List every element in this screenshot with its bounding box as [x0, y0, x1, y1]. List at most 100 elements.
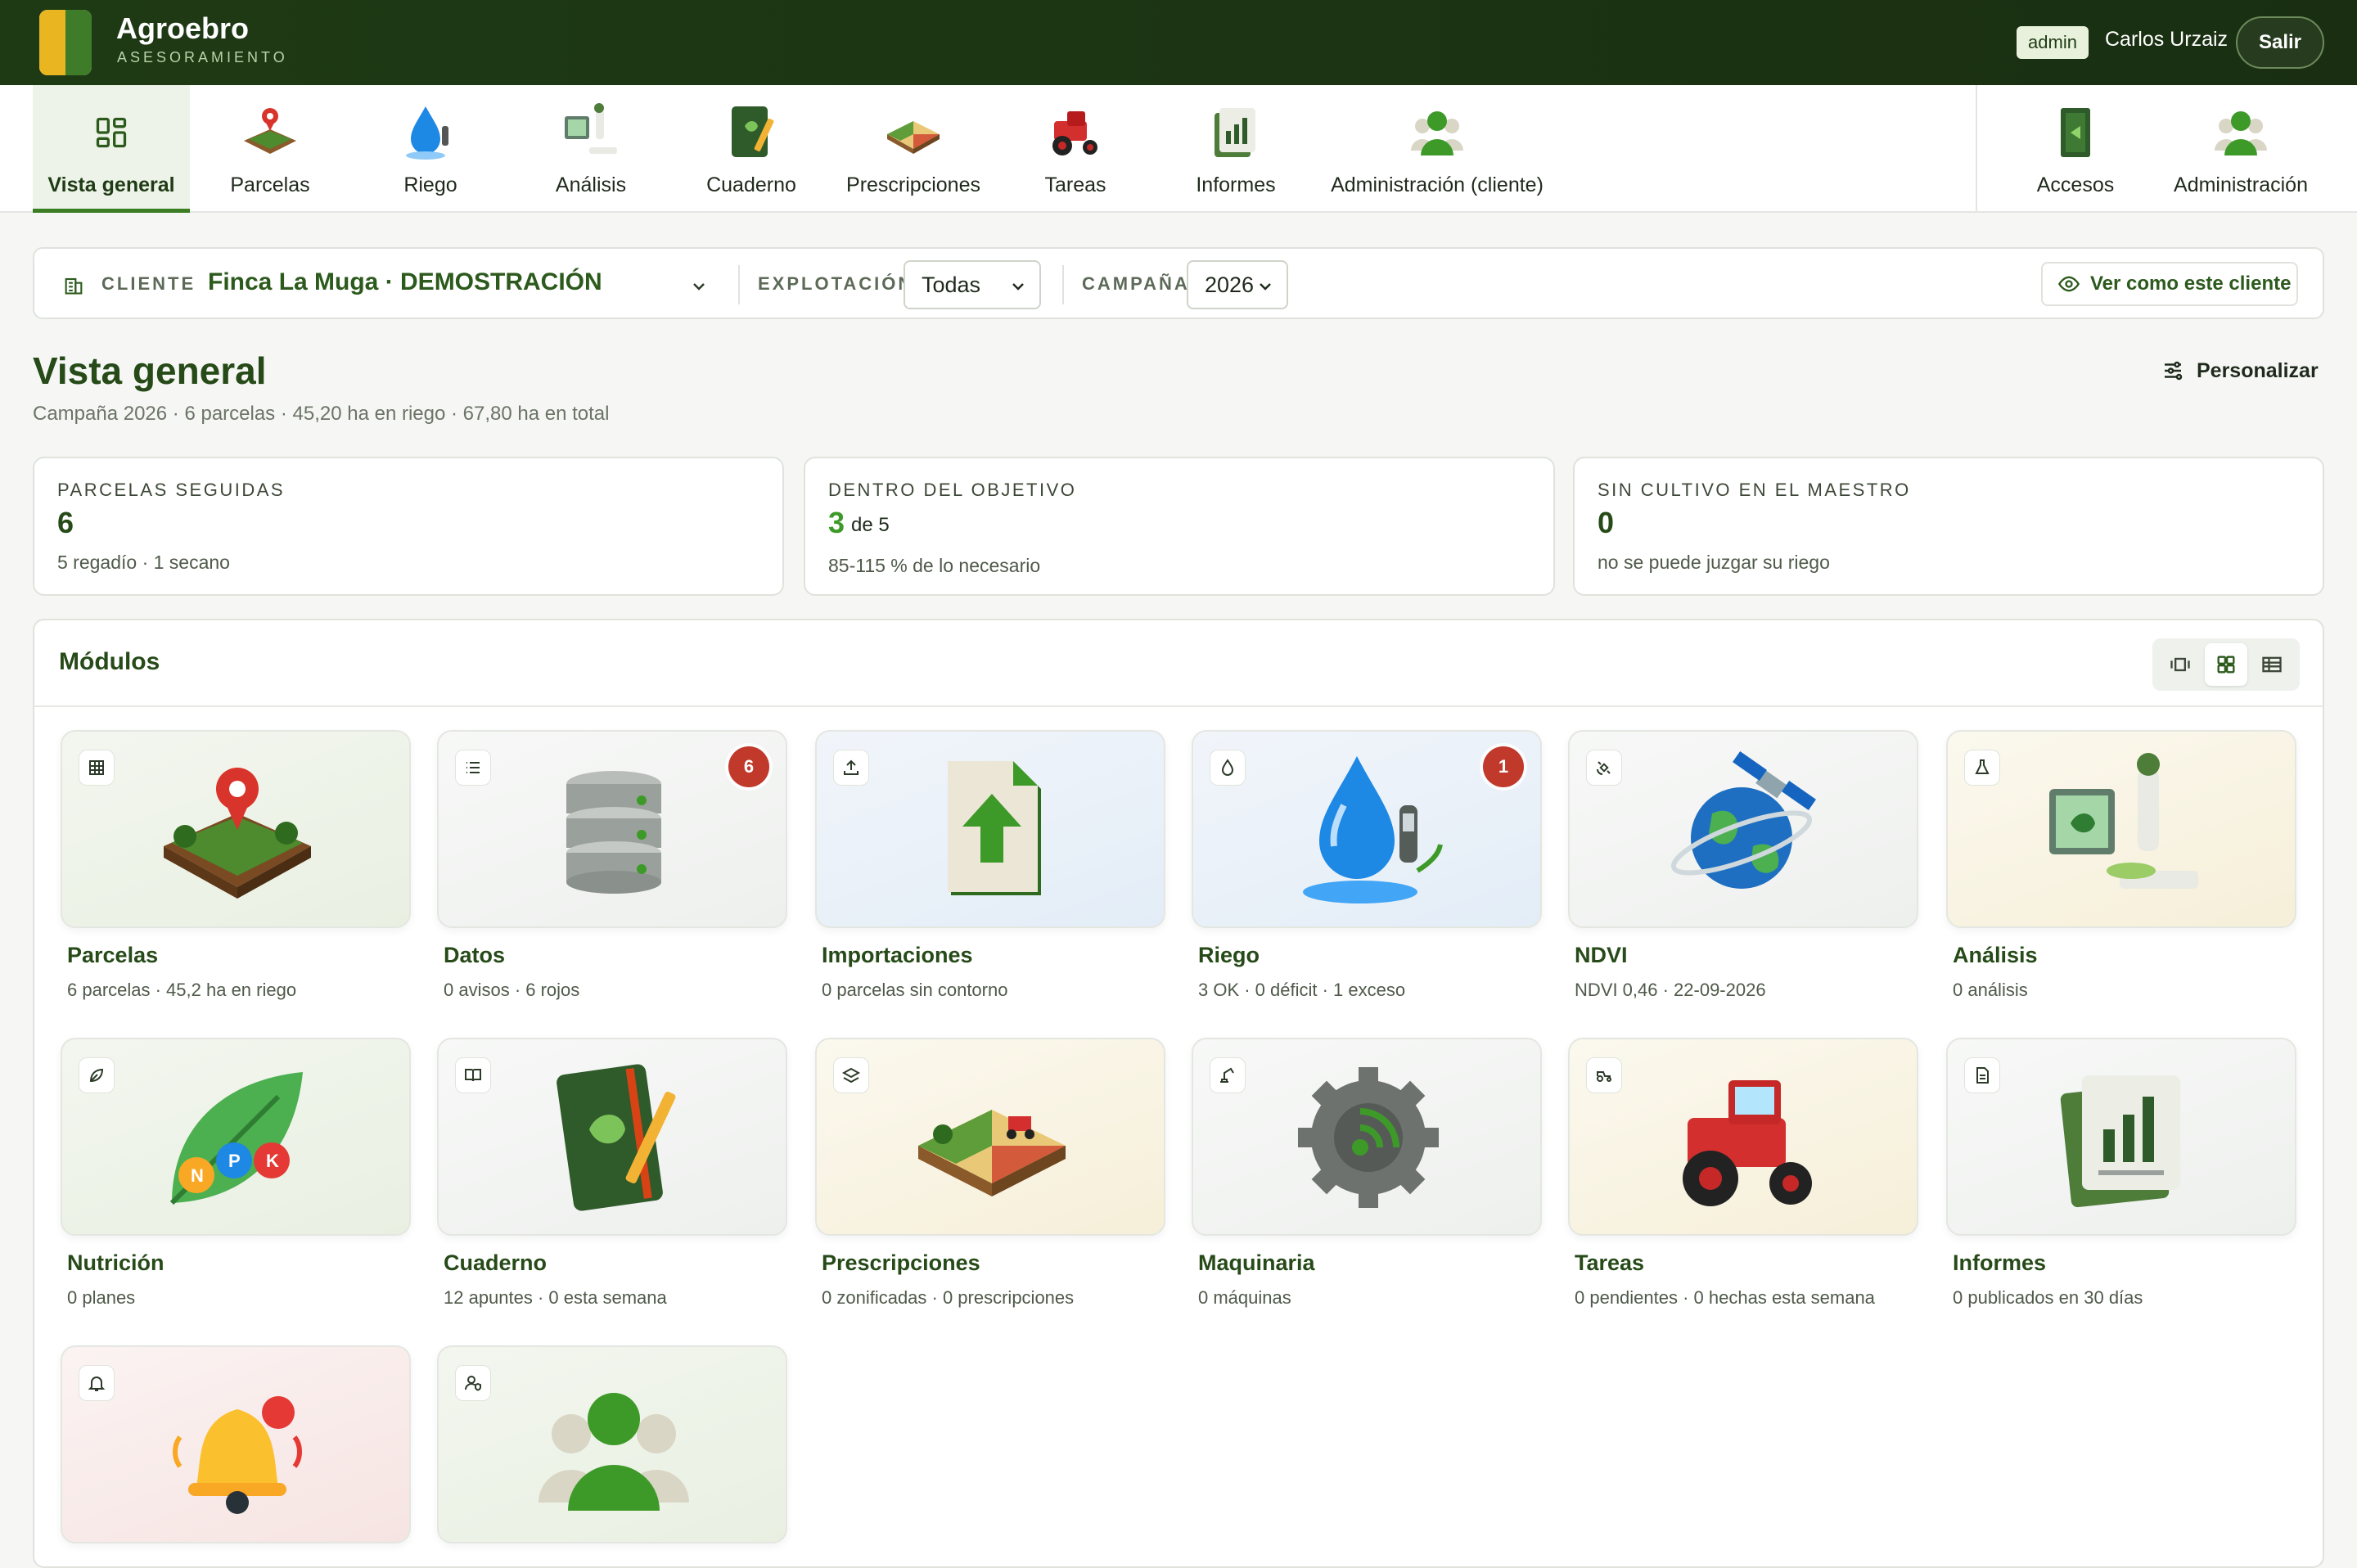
module-ndvi[interactable]: NDVI NDVI 0,46 · 22-09-2026	[1568, 730, 1918, 1001]
page-subtitle: Campaña 2026 · 6 parcelas · 45,20 ha en …	[33, 403, 610, 425]
upload-icon	[833, 750, 869, 786]
module-parcelas[interactable]: Parcelas 6 parcelas · 45,2 ha en riego	[61, 730, 411, 1001]
nav-label: Vista general	[47, 173, 175, 196]
nav-label: Cuaderno	[706, 173, 796, 196]
nav-item-tareas[interactable]: Tareas	[1010, 85, 1141, 213]
list-icon	[455, 750, 491, 786]
table-view-icon	[2262, 656, 2282, 673]
table-icon	[79, 750, 115, 786]
module-desc: 6 parcelas · 45,2 ha en riego	[67, 980, 297, 1000]
map-icon	[833, 1057, 869, 1093]
module-name: Informes	[1953, 1250, 2047, 1275]
stat-note: 5 regadío · 1 secano	[57, 552, 230, 573]
module-maquinaria[interactable]: Maquinaria 0 máquinas	[1192, 1038, 1542, 1309]
module-name: NDVI	[1575, 943, 1628, 967]
logout-button[interactable]: Salir	[2236, 16, 2324, 69]
nav-item-accesos[interactable]: Accesos	[2010, 85, 2141, 213]
user-name: Carlos Urzaiz	[2105, 28, 2229, 51]
chevron-down-icon[interactable]	[689, 277, 709, 296]
dashboard-grid-icon	[80, 101, 142, 164]
nav-label: Prescripciones	[846, 173, 980, 196]
nav-item-prescripciones[interactable]: Prescripciones	[846, 85, 980, 213]
season-select-value: 2026	[1205, 272, 1255, 297]
globe-satellite-icon	[1670, 750, 1816, 889]
module-desc: NDVI 0,46 · 22-09-2026	[1575, 980, 1766, 1000]
season-select[interactable]: 2026	[1187, 260, 1288, 309]
file-icon	[1964, 1057, 2000, 1093]
module-analisis[interactable]: Análisis 0 análisis	[1946, 730, 2296, 1001]
module-desc: 3 OK · 0 déficit · 1 exceso	[1198, 980, 1406, 1000]
prescription-map-icon	[882, 101, 944, 164]
client-label: CLIENTE	[101, 273, 196, 294]
modules-title: Módulos	[59, 648, 160, 675]
nav-item-vista-general[interactable]: Vista general	[33, 85, 190, 213]
module-desc: 0 análisis	[1953, 980, 2028, 1000]
svg-text:N: N	[191, 1165, 204, 1186]
view-as-client-button[interactable]: Ver como este cliente	[2041, 262, 2298, 306]
tractor-icon	[1586, 1057, 1622, 1093]
chevron-down-icon	[1260, 283, 1271, 291]
module-informes[interactable]: Informes 0 publicados en 30 días	[1946, 1038, 2296, 1309]
nav-item-riego[interactable]: Riego	[365, 85, 496, 213]
building-icon	[65, 277, 83, 295]
brand-name: Agroebro	[116, 11, 249, 45]
notebook-icon	[720, 101, 782, 164]
nav-item-analisis[interactable]: Análisis	[525, 85, 656, 213]
stat-card-objetivo: DENTRO DEL OBJETIVO 3 de 5 85-115 % de l…	[804, 457, 1555, 596]
carousel-view-button[interactable]	[2159, 643, 2202, 686]
stat-value: 6	[57, 506, 74, 539]
list-view-button[interactable]	[2251, 643, 2293, 686]
microscope-icon	[560, 101, 622, 164]
nav-item-informes[interactable]: Informes	[1170, 85, 1301, 213]
svg-text:K: K	[266, 1151, 279, 1171]
module-prescripciones[interactable]: Prescripciones 0 zonificadas · 0 prescri…	[815, 1038, 1165, 1309]
module-nutricion[interactable]: N P K Nutrición 0 planes	[61, 1038, 411, 1309]
water-drop-icon	[1303, 756, 1443, 903]
module-name: Datos	[444, 943, 506, 967]
nav-item-administracion-cliente[interactable]: Administración (cliente)	[1331, 85, 1544, 213]
flask-icon	[1964, 750, 2000, 786]
nav-item-cuaderno[interactable]: Cuaderno	[686, 85, 817, 213]
module-alertas[interactable]	[61, 1345, 411, 1543]
module-importaciones[interactable]: Importaciones 0 parcelas sin contorno	[815, 730, 1165, 1001]
prescription-map-icon	[918, 1110, 1066, 1196]
stat-value: 0	[1598, 506, 1615, 539]
nav-label: Riego	[403, 173, 457, 196]
module-desc: 0 publicados en 30 días	[1953, 1287, 2143, 1308]
brand-logo[interactable]	[39, 10, 92, 75]
module-desc: 0 planes	[67, 1287, 136, 1308]
module-name: Análisis	[1953, 943, 2038, 967]
module-usuarios[interactable]	[437, 1345, 787, 1543]
users-icon	[1406, 101, 1468, 164]
farm-select[interactable]: Todas	[904, 260, 1041, 309]
client-select[interactable]: Finca La Muga · DEMOSTRACIÓN	[208, 268, 602, 296]
sliders-icon	[2165, 361, 2183, 381]
customize-button[interactable]: Personalizar	[2161, 358, 2319, 383]
tractor-icon	[1683, 1080, 1812, 1206]
leaf-icon	[79, 1057, 115, 1093]
grid-view-button[interactable]	[2205, 643, 2247, 686]
stat-note: 85-115 % de lo necesario	[828, 555, 1041, 576]
alarm-bell-icon	[173, 1396, 302, 1514]
module-name: Importaciones	[822, 943, 973, 967]
satellite-icon	[1586, 750, 1622, 786]
module-datos[interactable]: 6 Datos 0 avisos · 6 rojos	[437, 730, 787, 1001]
notebook-icon	[557, 1064, 676, 1211]
module-cuaderno[interactable]: Cuaderno 12 apuntes · 0 esta semana	[437, 1038, 787, 1309]
farm-label: EXPLOTACIÓN	[758, 273, 914, 294]
module-tareas[interactable]: Tareas 0 pendientes · 0 hechas esta sema…	[1568, 1038, 1918, 1309]
stat-card-parcelas: PARCELAS SEGUIDAS 6 5 regadío · 1 secano	[33, 457, 784, 596]
gear-signal-icon	[1298, 1067, 1439, 1208]
module-desc: 0 zonificadas · 0 prescripciones	[822, 1287, 1075, 1308]
module-riego[interactable]: 1 Riego 3 OK · 0 déficit · 1 exceso	[1192, 730, 1542, 1001]
report-icon	[1205, 101, 1267, 164]
main-nav: Vista general Parcelas Riego Análisis Cu…	[0, 85, 2357, 213]
door-icon	[2044, 101, 2107, 164]
stat-value: 3	[828, 506, 845, 539]
module-desc: 0 parcelas sin contorno	[822, 980, 1008, 1000]
nav-item-administracion[interactable]: Administración	[2161, 85, 2321, 213]
nav-item-parcelas[interactable]: Parcelas	[205, 85, 336, 213]
drop-icon	[1210, 750, 1246, 786]
svg-text:P: P	[228, 1151, 241, 1171]
modules-divider	[34, 705, 2323, 707]
